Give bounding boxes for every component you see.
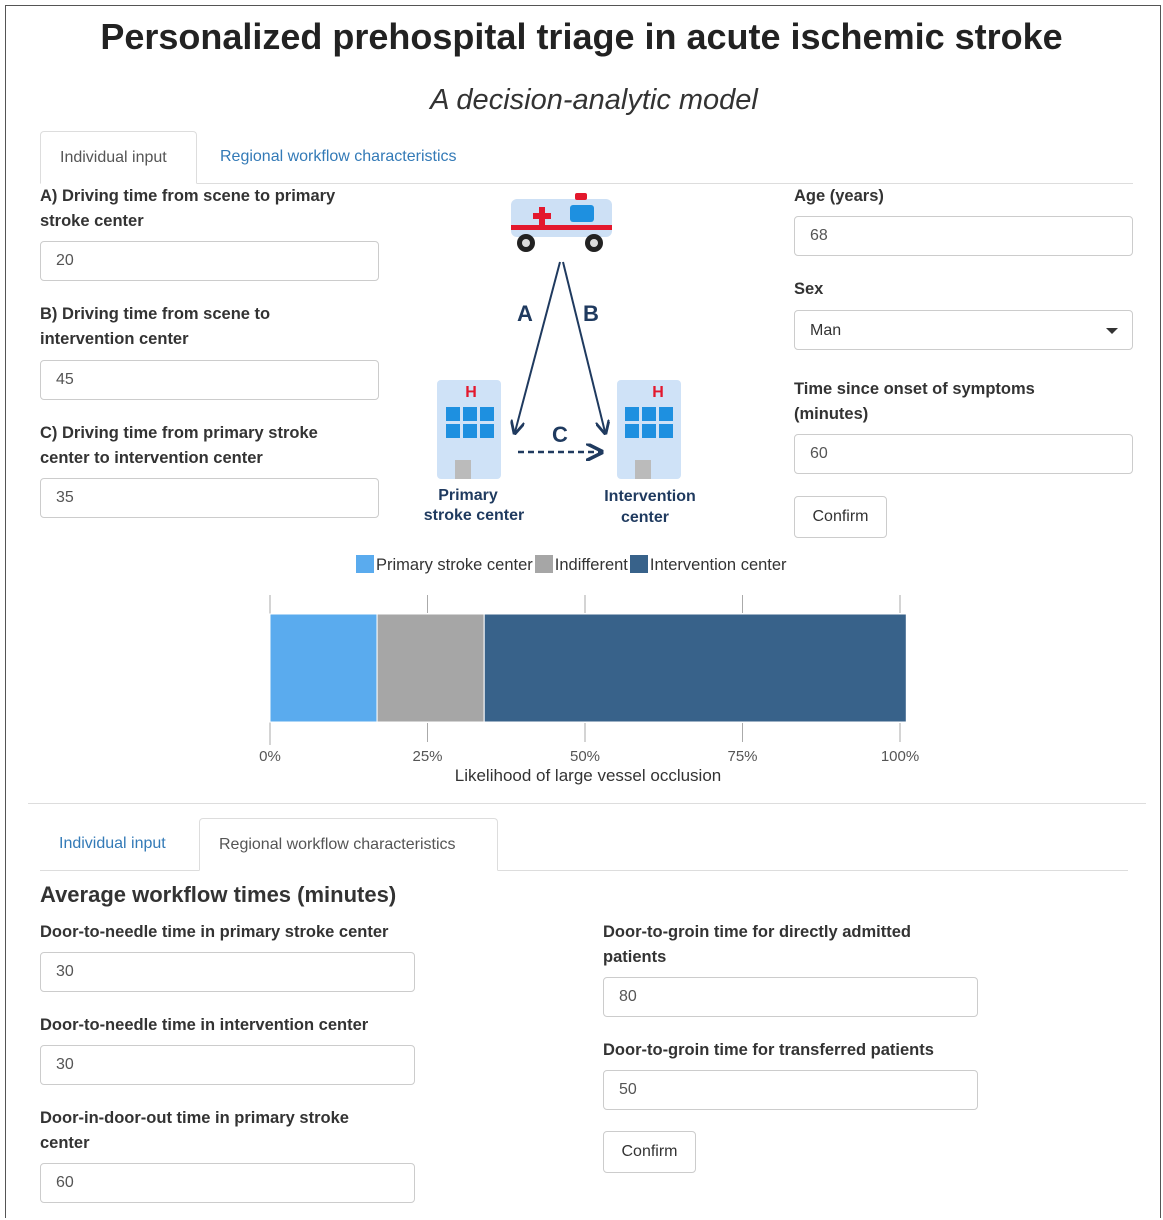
page-title: Personalized prehospital triage in acute… <box>100 16 1063 57</box>
chart-legend: Primary stroke center Indifferent Interven… <box>356 555 789 575</box>
route-a-label: A <box>517 301 533 326</box>
primary-center-label-1: Primary <box>438 487 498 504</box>
tick-label: 25% <box>412 748 442 765</box>
legend-swatch-intervention <box>629 555 648 573</box>
intervention-hospital-mark: H <box>652 384 664 401</box>
bar-segment-0 <box>269 613 378 723</box>
bar-segment-2 <box>483 613 907 723</box>
dtn-intervention-input[interactable] <box>40 1045 415 1085</box>
intervention-center-label-1: Intervention <box>604 488 696 505</box>
dtn-primary-input[interactable] <box>40 952 415 992</box>
route-c-label: C <box>552 422 568 447</box>
label-dtn-primary: Door-to-needle time in primary stroke ce… <box>40 923 389 941</box>
primary-center-label-2: stroke center <box>424 507 525 524</box>
bottom-tab-bar: Individual input Regional workflow chara… <box>40 818 1128 871</box>
legend-intervention-label: Intervention center <box>649 556 787 574</box>
driving-time-a-input[interactable] <box>40 241 379 281</box>
sex-select[interactable]: Man <box>794 310 1133 350</box>
legend-swatch-indifferent <box>534 555 553 573</box>
lvo-likelihood-chart: 0% 25% 50% 75% 100% Likelihood of large vesse… <box>259 595 919 785</box>
workflow-heading: Average workflow times (minutes) <box>40 882 397 907</box>
tick-label: 50% <box>570 748 600 765</box>
bar-segment-1 <box>376 613 485 723</box>
tab-regional-workflow-bottom[interactable]: Regional workflow characteristics <box>199 818 498 871</box>
tab-regional-workflow[interactable]: Regional workflow characteristics <box>201 131 476 183</box>
triage-route-diagram: A B C H H Primary stroke center Interven… <box>424 193 696 526</box>
section-divider <box>28 803 1146 804</box>
top-tab-bar: Individual input Regional workflow chara… <box>40 131 1133 184</box>
dido-primary-input[interactable] <box>40 1163 415 1203</box>
tab-individual-input[interactable]: Individual input <box>40 131 197 184</box>
dtg-direct-input[interactable] <box>603 977 978 1017</box>
ambulance-icon <box>511 193 612 252</box>
label-dtg-direct: Door-to-groin time for directly admitted… <box>603 923 912 966</box>
legend-indifferent-label: Indifferent <box>554 556 628 574</box>
legend-swatch-primary <box>356 555 374 573</box>
intervention-hospital-icon: H <box>617 380 681 479</box>
chevron-down-icon <box>1106 328 1118 334</box>
label-dtg-transfer: Door-to-groin time for transferred patie… <box>603 1041 934 1059</box>
onset-time-input[interactable] <box>794 434 1133 474</box>
route-b-label: B <box>583 301 599 326</box>
tab-individual-input-bottom[interactable]: Individual input <box>40 818 185 870</box>
confirm-individual-button[interactable]: Confirm <box>794 496 887 538</box>
label-sex: Sex <box>794 280 824 298</box>
confirm-regional-button[interactable]: Confirm <box>603 1131 696 1173</box>
label-onset-time: Time since onset of symptoms (minutes) <box>794 380 1035 423</box>
label-dtn-intervention: Door-to-needle time in intervention cent… <box>40 1016 369 1034</box>
driving-time-b-input[interactable] <box>40 360 379 400</box>
route-a-arrow <box>515 261 561 432</box>
tick-label: 100% <box>881 748 919 765</box>
driving-time-c-input[interactable] <box>40 478 379 518</box>
tick-label: 75% <box>727 748 757 765</box>
primary-hospital-mark: H <box>465 384 477 401</box>
route-b-arrow <box>562 261 605 432</box>
age-input[interactable] <box>794 216 1133 256</box>
page-subtitle: A decision-analytic model <box>430 84 758 116</box>
label-driving-time-b: B) Driving time from scene to interventi… <box>40 305 271 348</box>
primary-hospital-icon: H <box>437 380 501 479</box>
label-age: Age (years) <box>794 187 884 205</box>
intervention-center-label-2: center <box>621 509 669 526</box>
tick-label: 0% <box>259 748 281 765</box>
label-driving-time-c: C) Driving time from primary stroke cent… <box>40 424 318 467</box>
dtg-transfer-input[interactable] <box>603 1070 978 1110</box>
label-dido-primary: Door-in-door-out time in primary stroke … <box>40 1109 349 1152</box>
legend-primary-label: Primary stroke center <box>376 556 533 574</box>
sex-select-value: Man <box>810 322 842 339</box>
x-axis-label: Likelihood of large vessel occlusion <box>455 766 722 785</box>
label-driving-time-a: A) Driving time from scene to primary st… <box>40 187 336 230</box>
